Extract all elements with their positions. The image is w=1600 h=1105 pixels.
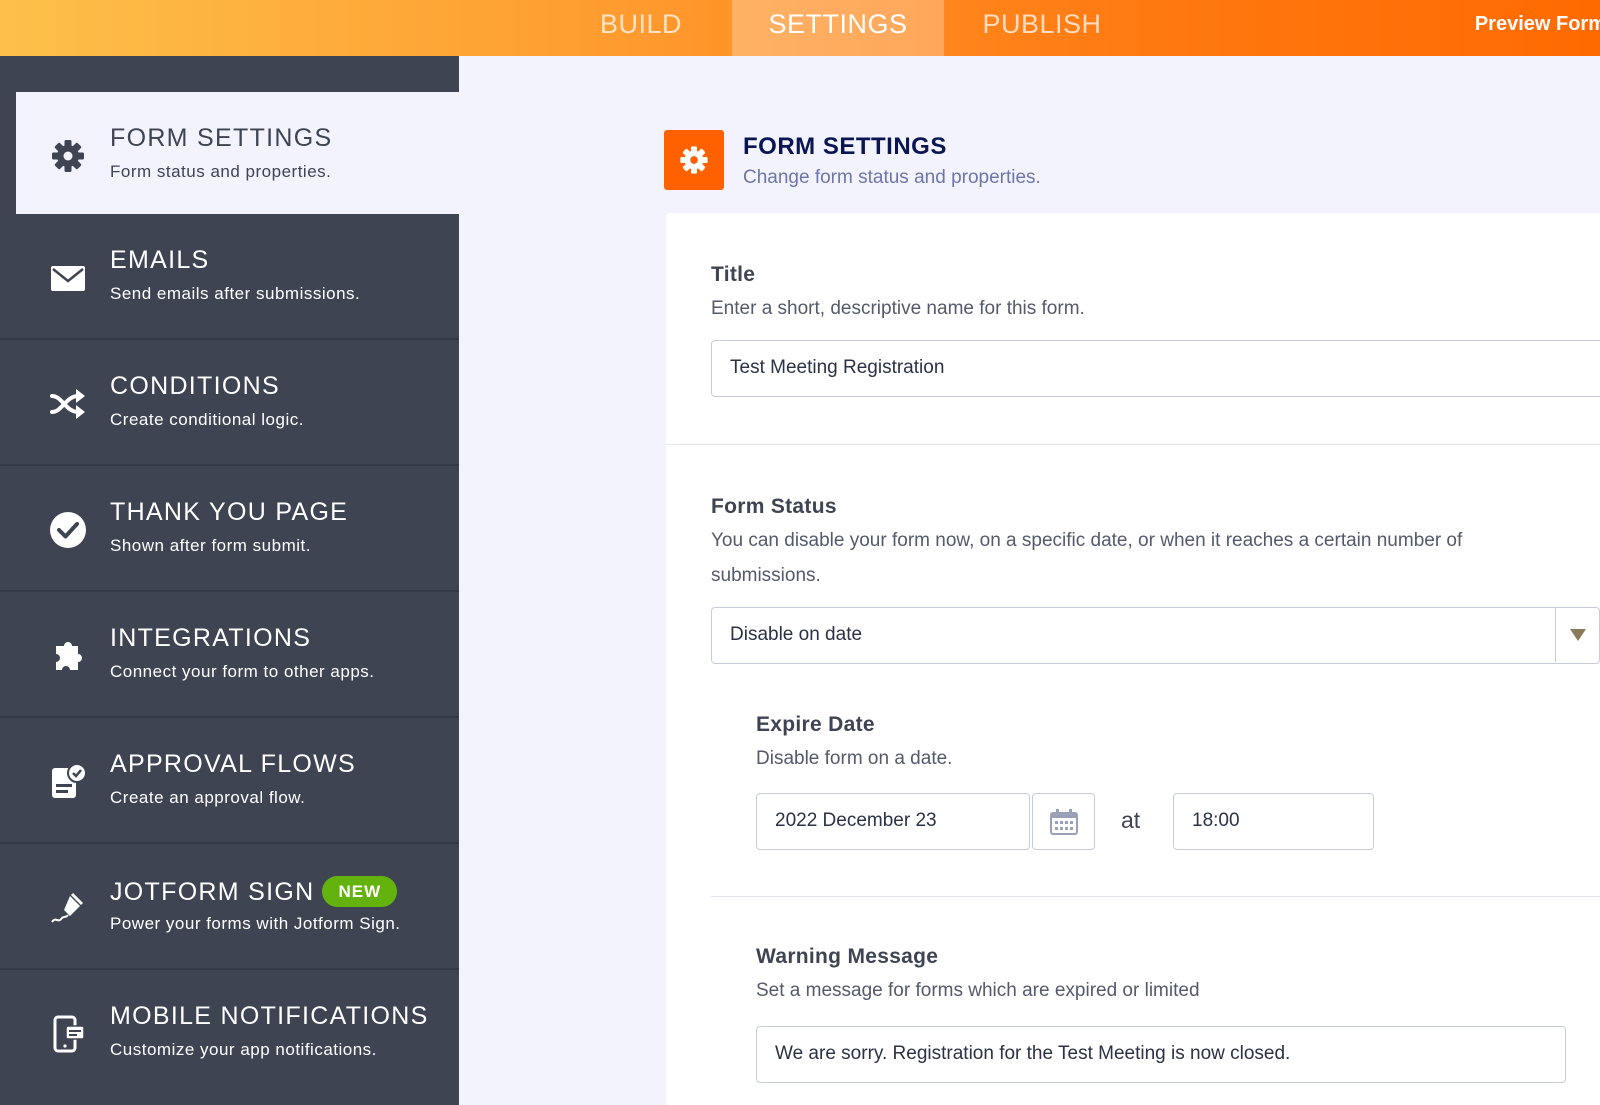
expire-date-input[interactable]: 2022 December 23 bbox=[756, 793, 1030, 850]
sidebar-item-desc: Connect your form to other apps. bbox=[110, 662, 375, 681]
pen-sign-icon bbox=[48, 888, 88, 928]
page-subtitle: Change form status and properties. bbox=[743, 167, 1041, 188]
sidebar-item-title: THANK YOU PAGE bbox=[110, 498, 349, 526]
new-badge: NEW bbox=[322, 876, 398, 907]
sidebar-item-thank-you-page[interactable]: THANK YOU PAGE Shown after form submit. bbox=[0, 466, 459, 592]
form-status-label: Form Status bbox=[711, 495, 837, 518]
sidebar-item-title: EMAILS bbox=[110, 246, 210, 274]
sidebar-item-emails[interactable]: EMAILS Send emails after submissions. bbox=[0, 214, 459, 340]
sidebar-item-title: APPROVAL FLOWS bbox=[110, 750, 357, 778]
expire-date-help: Disable form on a date. bbox=[756, 748, 953, 769]
expire-time-input[interactable]: 18:00 bbox=[1173, 793, 1374, 850]
title-label: Title bbox=[711, 263, 756, 286]
tab-settings[interactable]: SETTINGS bbox=[732, 0, 944, 56]
sidebar-item-integrations[interactable]: INTEGRATIONS Connect your form to other … bbox=[0, 592, 459, 718]
envelope-icon bbox=[48, 258, 88, 298]
sidebar-item-desc: Customize your app notifications. bbox=[110, 1040, 377, 1059]
sidebar-item-desc: Shown after form submit. bbox=[110, 536, 311, 555]
sidebar-item-approval-flows[interactable]: APPROVAL FLOWS Create an approval flow. bbox=[0, 718, 459, 844]
sidebar-item-desc: Power your forms with Jotform Sign. bbox=[110, 914, 401, 933]
sidebar-item-desc: Create an approval flow. bbox=[110, 788, 306, 807]
approval-icon bbox=[48, 762, 88, 802]
tab-publish[interactable]: PUBLISH bbox=[982, 0, 1102, 56]
sidebar-item-form-settings[interactable]: FORM SETTINGS Form status and properties… bbox=[16, 92, 459, 214]
sidebar-item-title: INTEGRATIONS bbox=[110, 624, 312, 652]
title-help: Enter a short, descriptive name for this… bbox=[711, 298, 1085, 319]
tab-build[interactable]: BUILD bbox=[600, 0, 682, 56]
sidebar-item-title: JOTFORM SIGN NEW bbox=[110, 876, 398, 907]
sidebar-item-conditions[interactable]: CONDITIONS Create conditional logic. bbox=[0, 340, 459, 466]
sidebar-item-mobile-notifications[interactable]: MOBILE NOTIFICATIONS Customize your app … bbox=[0, 970, 459, 1096]
shuffle-icon bbox=[48, 384, 88, 424]
expire-date-label: Expire Date bbox=[756, 713, 875, 736]
settings-sidebar: FORM SETTINGS Form status and properties… bbox=[0, 56, 459, 1105]
sidebar-item-title: MOBILE NOTIFICATIONS bbox=[110, 1002, 429, 1030]
header-gear-icon bbox=[664, 130, 724, 190]
divider bbox=[666, 444, 1600, 445]
title-input[interactable]: Test Meeting Registration bbox=[711, 340, 1600, 397]
chevron-down-icon[interactable] bbox=[1555, 608, 1599, 662]
mobile-notification-icon bbox=[48, 1014, 88, 1054]
gear-icon bbox=[48, 136, 88, 176]
page-title: FORM SETTINGS bbox=[743, 133, 947, 160]
preview-form-button[interactable]: Preview Form bbox=[1475, 0, 1600, 48]
sidebar-item-desc: Send emails after submissions. bbox=[110, 284, 361, 303]
form-status-help-continued: submissions. bbox=[711, 565, 821, 586]
warning-message-input[interactable]: We are sorry. Registration for the Test … bbox=[756, 1026, 1566, 1083]
warning-message-help: Set a message for forms which are expire… bbox=[756, 980, 1200, 1001]
sidebar-item-title: CONDITIONS bbox=[110, 372, 280, 400]
check-circle-icon bbox=[48, 510, 88, 550]
sidebar-item-desc: Form status and properties. bbox=[110, 162, 332, 181]
form-status-help: You can disable your form now, on a spec… bbox=[711, 530, 1463, 551]
sidebar-item-desc: Create conditional logic. bbox=[110, 410, 304, 429]
sidebar-item-title: FORM SETTINGS bbox=[110, 124, 333, 152]
sidebar-item-title-text: JOTFORM SIGN bbox=[110, 878, 315, 906]
top-navigation-bar: BUILD SETTINGS PUBLISH Preview Form bbox=[0, 0, 1600, 56]
form-status-select[interactable]: Disable on date bbox=[711, 607, 1600, 664]
sidebar-item-jotform-sign[interactable]: JOTFORM SIGN NEW Power your forms with Jo… bbox=[0, 844, 459, 970]
at-label: at bbox=[1121, 807, 1141, 833]
divider bbox=[711, 896, 1600, 897]
puzzle-icon bbox=[48, 636, 88, 676]
warning-message-label: Warning Message bbox=[756, 945, 939, 968]
settings-card: Title Enter a short, descriptive name fo… bbox=[666, 213, 1600, 1105]
calendar-icon[interactable] bbox=[1032, 793, 1095, 850]
form-status-selected-value: Disable on date bbox=[730, 624, 863, 645]
